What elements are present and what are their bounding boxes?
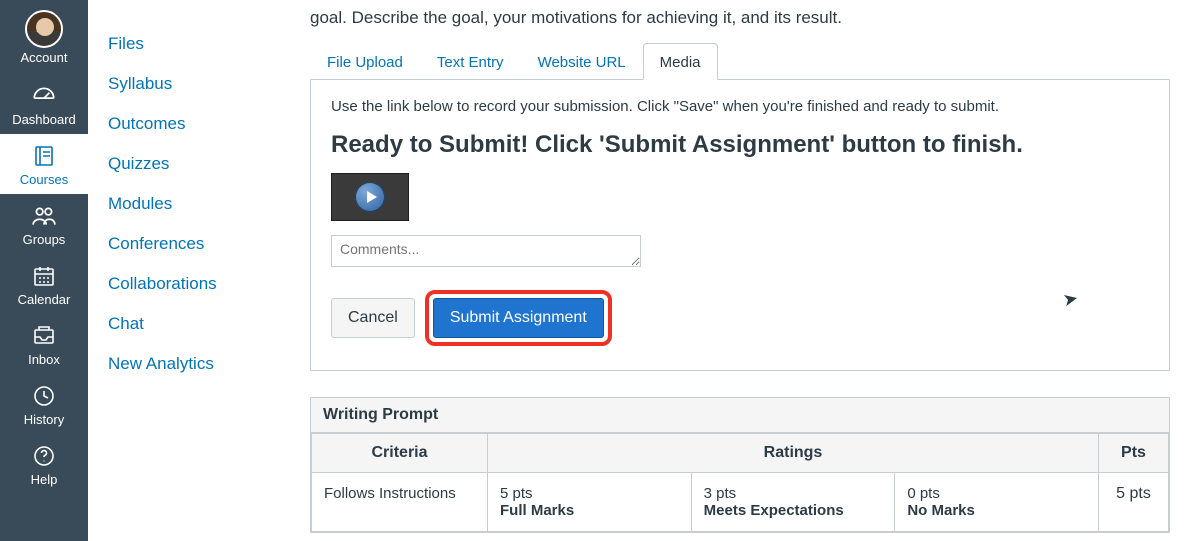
main-content: goal. Describe the goal, your motivation… (300, 0, 1180, 533)
nav-groups-label: Groups (23, 232, 66, 247)
courses-icon (30, 142, 58, 170)
play-icon (355, 182, 385, 212)
nav-account-label: Account (21, 50, 68, 65)
cnav-collaborations[interactable]: Collaborations (104, 264, 282, 304)
tab-file-upload[interactable]: File Upload (310, 43, 420, 79)
cnav-conferences[interactable]: Conferences (104, 224, 282, 264)
nav-help[interactable]: Help (0, 434, 88, 494)
submission-tabs: File Upload Text Entry Website URL Media (310, 42, 1180, 79)
rubric-rating-meets[interactable]: 3 pts Meets Expectations (691, 473, 895, 532)
media-submission-panel: Use the link below to record your submis… (310, 79, 1170, 371)
submit-assignment-button[interactable]: Submit Assignment (433, 298, 604, 338)
nav-inbox[interactable]: Inbox (0, 314, 88, 374)
nav-dashboard[interactable]: Dashboard (0, 74, 88, 134)
nav-courses-label: Courses (20, 172, 68, 187)
panel-hint: Use the link below to record your submis… (331, 98, 1149, 115)
submit-highlight: Submit Assignment (425, 290, 612, 346)
rubric-row: Follows Instructions 5 pts Full Marks 3 … (312, 473, 1169, 532)
calendar-icon (30, 262, 58, 290)
nav-dashboard-label: Dashboard (12, 112, 76, 127)
comments-input[interactable] (331, 235, 641, 267)
rubric-hdr-criteria: Criteria (312, 434, 488, 473)
groups-icon (30, 202, 58, 230)
nav-history[interactable]: History (0, 374, 88, 434)
tab-media[interactable]: Media (643, 43, 718, 80)
cancel-button[interactable]: Cancel (331, 298, 415, 338)
cnav-files[interactable]: Files (104, 24, 282, 64)
rubric: Writing Prompt Criteria Ratings Pts Foll… (310, 397, 1170, 533)
history-icon (30, 382, 58, 410)
nav-groups[interactable]: Groups (0, 194, 88, 254)
ready-heading: Ready to Submit! Click 'Submit Assignmen… (331, 129, 1149, 161)
rubric-title: Writing Prompt (311, 398, 1169, 433)
nav-calendar[interactable]: Calendar (0, 254, 88, 314)
rubric-hdr-ratings: Ratings (488, 434, 1099, 473)
rubric-hdr-pts: Pts (1099, 434, 1169, 473)
media-recording-thumbnail[interactable] (331, 173, 409, 221)
assignment-description-tail: goal. Describe the goal, your motivation… (310, 8, 1170, 28)
rubric-criteria: Follows Instructions (312, 473, 488, 532)
global-nav: Account Dashboard Courses Groups Calenda… (0, 0, 88, 541)
cnav-outcomes[interactable]: Outcomes (104, 104, 282, 144)
tab-website-url[interactable]: Website URL (521, 43, 643, 79)
rubric-table: Criteria Ratings Pts Follows Instruction… (311, 433, 1169, 532)
rubric-rating-none[interactable]: 0 pts No Marks (895, 473, 1099, 532)
cnav-syllabus[interactable]: Syllabus (104, 64, 282, 104)
nav-history-label: History (24, 412, 64, 427)
inbox-icon (30, 322, 58, 350)
nav-inbox-label: Inbox (28, 352, 60, 367)
cnav-modules[interactable]: Modules (104, 184, 282, 224)
rubric-rating-full[interactable]: 5 pts Full Marks (488, 473, 692, 532)
rubric-total: 5 pts (1099, 473, 1169, 532)
nav-help-label: Help (31, 472, 58, 487)
cnav-new-analytics[interactable]: New Analytics (104, 344, 282, 384)
action-row: Cancel Submit Assignment (331, 290, 1149, 346)
dashboard-icon (30, 82, 58, 110)
nav-account[interactable]: Account (0, 0, 88, 74)
tab-text-entry[interactable]: Text Entry (420, 43, 521, 79)
cnav-quizzes[interactable]: Quizzes (104, 144, 282, 184)
course-nav: Pages Files Syllabus Outcomes Quizzes Mo… (88, 0, 298, 541)
help-icon (30, 442, 58, 470)
cnav-chat[interactable]: Chat (104, 304, 282, 344)
nav-courses[interactable]: Courses (0, 134, 88, 194)
nav-calendar-label: Calendar (18, 292, 71, 307)
avatar (25, 10, 63, 48)
